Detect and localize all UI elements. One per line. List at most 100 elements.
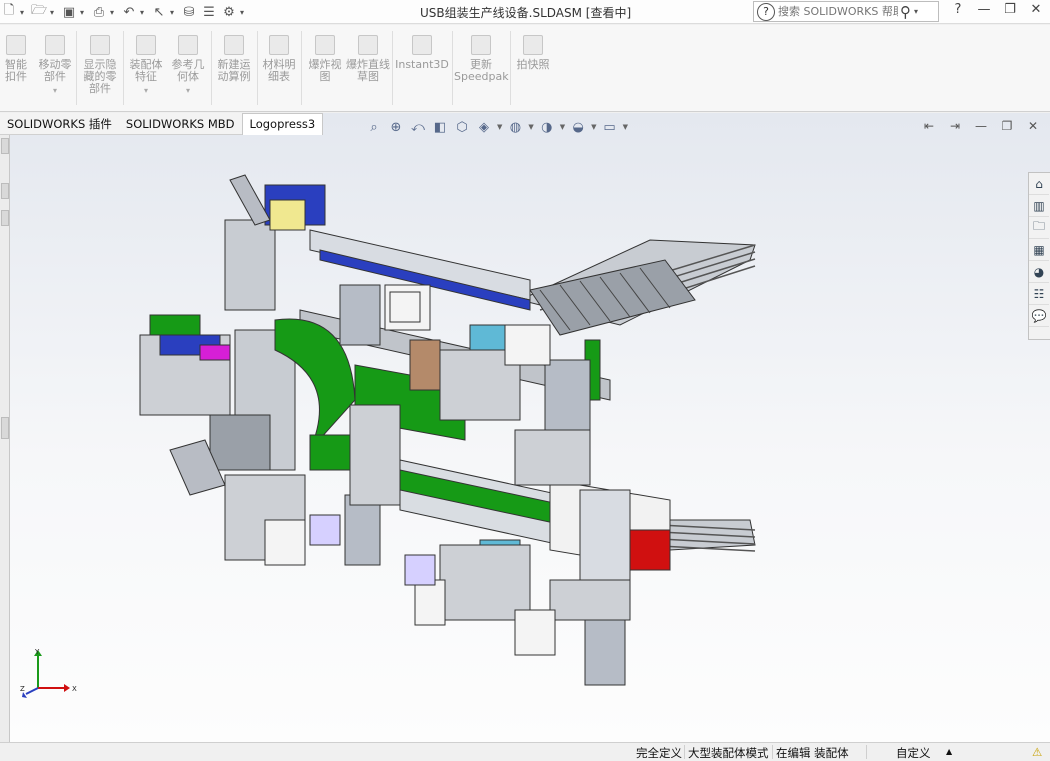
status-bar: 完全定义 大型装配体模式 在编辑 装配体 自定义 ▲ ⚠ xyxy=(0,742,1050,760)
search-icon[interactable]: ⚲ xyxy=(900,3,911,21)
chevron-down-icon[interactable]: ▾ xyxy=(80,8,88,17)
smart-fasteners-button[interactable]: 智能扣件 xyxy=(0,35,32,83)
panel-splitter-handle[interactable] xyxy=(1,417,9,439)
gray-plate-d xyxy=(439,544,531,621)
panel-marker[interactable] xyxy=(1,138,9,154)
exploded-view-button[interactable]: 爆炸视图 xyxy=(304,35,346,83)
viewport-close-icon[interactable]: ✕ xyxy=(1026,119,1040,133)
collapse-left-icon[interactable]: ⇤ xyxy=(922,119,936,133)
home-icon[interactable]: ⌂ xyxy=(1029,173,1049,195)
tab-logopress3[interactable]: Logopress3 xyxy=(241,112,324,135)
cylinder-rod xyxy=(229,174,271,226)
chevron-down-icon[interactable]: ▾ xyxy=(914,7,918,16)
section-view-icon[interactable]: ◧ xyxy=(431,118,449,136)
feeder-grid xyxy=(529,259,696,336)
chevron-down-icon[interactable]: ▾ xyxy=(168,85,208,97)
chevron-down-icon[interactable]: ▾ xyxy=(50,8,58,17)
save-icon[interactable]: ▣ xyxy=(60,3,78,21)
minimize-button[interactable]: — xyxy=(976,2,992,17)
help-icon[interactable]: ? xyxy=(757,2,775,21)
search-input[interactable] xyxy=(778,5,898,18)
view-orientation-icon[interactable]: ⬡ xyxy=(453,118,471,136)
button-label: 新建运动算例 xyxy=(217,58,251,83)
viewport-minimize-icon[interactable]: — xyxy=(974,119,988,133)
view-palette-icon[interactable]: ▦ xyxy=(1029,239,1049,261)
design-library-icon[interactable]: ▥ xyxy=(1029,195,1049,217)
file-properties-icon[interactable]: ☰ xyxy=(200,3,218,21)
file-explorer-icon[interactable]: 🗀 xyxy=(1029,217,1049,239)
new-document-icon[interactable]: 🗋 xyxy=(0,3,18,21)
feature-manager-collapsed-strip[interactable] xyxy=(0,135,10,742)
forum-icon[interactable]: 💬 xyxy=(1029,305,1049,327)
assembly-model-view[interactable] xyxy=(10,140,780,700)
rebuild-icon[interactable]: ⛁ xyxy=(180,3,198,21)
magenta-part xyxy=(199,344,231,361)
chevron-down-icon[interactable]: ▾ xyxy=(36,85,74,97)
select-icon[interactable]: ↖ xyxy=(150,3,168,21)
command-manager-ribbon: 智能扣件 移动零部件 ▾ 显示隐藏的零部件 装配体特征 ▾ 参考几何体 ▾ 新建… xyxy=(0,25,1050,112)
tab-solidworks-addins[interactable]: SOLIDWORKS 插件 xyxy=(0,116,119,132)
panel-marker[interactable] xyxy=(1,183,9,199)
chevron-down-icon[interactable]: ▼ xyxy=(560,123,565,131)
button-label: 移动零部件 xyxy=(38,58,72,83)
chevron-down-icon[interactable]: ▾ xyxy=(126,85,166,97)
help-search-box[interactable]: ? ⚲ ▾ xyxy=(753,1,939,22)
chevron-down-icon[interactable]: ▼ xyxy=(623,123,628,131)
document-title: USB组装生产线设备.SLDASM [查看中] xyxy=(420,6,632,20)
axis-triad: Y X Z xyxy=(20,648,77,698)
button-label: 智能扣件 xyxy=(5,58,27,83)
viewport-restore-icon[interactable]: ❐ xyxy=(1000,119,1014,133)
rebuild-status-icon[interactable]: ⚠ xyxy=(1032,745,1042,759)
instant3d-button[interactable]: Instant3D xyxy=(394,35,450,71)
chevron-down-icon[interactable]: ▾ xyxy=(240,8,248,17)
reference-geometry-icon xyxy=(178,35,198,55)
chevron-down-icon[interactable]: ▼ xyxy=(497,123,502,131)
left-upper-plate xyxy=(224,219,276,311)
chevron-down-icon[interactable]: ▾ xyxy=(110,8,118,17)
chevron-down-icon[interactable]: ▼ xyxy=(591,123,596,131)
button-label: 爆炸直线草图 xyxy=(346,58,390,83)
chevron-down-icon[interactable]: ▾ xyxy=(170,8,178,17)
chevron-down-icon[interactable]: ▾ xyxy=(140,8,148,17)
tab-solidworks-mbd[interactable]: SOLIDWORKS MBD xyxy=(119,117,242,131)
restore-button[interactable]: ❐ xyxy=(1002,2,1018,17)
new-motion-study-button[interactable]: 新建运动算例 xyxy=(214,35,254,83)
edit-appearance-icon[interactable]: ◑ xyxy=(538,118,556,136)
chevron-down-icon[interactable]: ▾ xyxy=(20,8,28,17)
move-component-button[interactable]: 移动零部件 ▾ xyxy=(36,35,74,97)
update-speedpak-button[interactable]: 更新Speedpak xyxy=(454,35,509,83)
zoom-to-area-icon[interactable]: ⊕ xyxy=(387,118,405,136)
hide-show-icon[interactable]: ◍ xyxy=(506,118,524,136)
display-style-icon[interactable]: ◈ xyxy=(475,118,493,136)
chevron-down-icon[interactable]: ▼ xyxy=(528,123,533,131)
assembly-features-button[interactable]: 装配体特征 ▾ xyxy=(126,35,166,97)
options-icon[interactable]: ⚙ xyxy=(220,3,238,21)
x-axis-arrow xyxy=(64,684,70,692)
close-button[interactable]: ✕ xyxy=(1028,2,1044,17)
print-icon[interactable]: ⎙ xyxy=(90,3,108,21)
bottom-cylinder xyxy=(584,609,626,686)
open-document-icon[interactable]: 🗁 xyxy=(30,3,48,21)
reference-geometry-button[interactable]: 参考几何体 ▾ xyxy=(168,35,208,97)
z-axis-line xyxy=(25,687,39,695)
window-controls: ? — ❐ ✕ xyxy=(950,2,1044,17)
view-settings-icon[interactable]: ▭ xyxy=(601,118,619,136)
custom-properties-icon[interactable]: ☷ xyxy=(1029,283,1049,305)
units-caret-icon[interactable]: ▲ xyxy=(946,747,952,756)
apply-scene-icon[interactable]: ◒ xyxy=(569,118,587,136)
instant3d-icon xyxy=(412,35,432,55)
quick-access-toolbar: 🗋 ▾ 🗁 ▾ ▣ ▾ ⎙ ▾ ↶ ▾ ↖ ▾ ⛁ ☰ ⚙ ▾ xyxy=(0,2,248,22)
units-selector[interactable]: 自定义 xyxy=(896,745,931,761)
panel-marker[interactable] xyxy=(1,210,9,226)
previous-view-icon[interactable]: ⤺ xyxy=(409,118,427,136)
expand-right-icon[interactable]: ⇥ xyxy=(948,119,962,133)
undo-icon[interactable]: ↶ xyxy=(120,3,138,21)
help-menu-button[interactable]: ? xyxy=(950,2,966,17)
bill-of-materials-button[interactable]: 材料明细表 xyxy=(260,35,298,83)
yellow-pipe xyxy=(269,199,306,231)
zoom-to-fit-icon[interactable]: ⌕ xyxy=(365,118,383,136)
show-hidden-components-button[interactable]: 显示隐藏的零部件 xyxy=(80,35,120,95)
explode-line-sketch-button[interactable]: 爆炸直线草图 xyxy=(346,35,390,83)
take-snapshot-button[interactable]: 拍快照 xyxy=(513,35,553,71)
appearances-icon[interactable]: ◕ xyxy=(1029,261,1049,283)
